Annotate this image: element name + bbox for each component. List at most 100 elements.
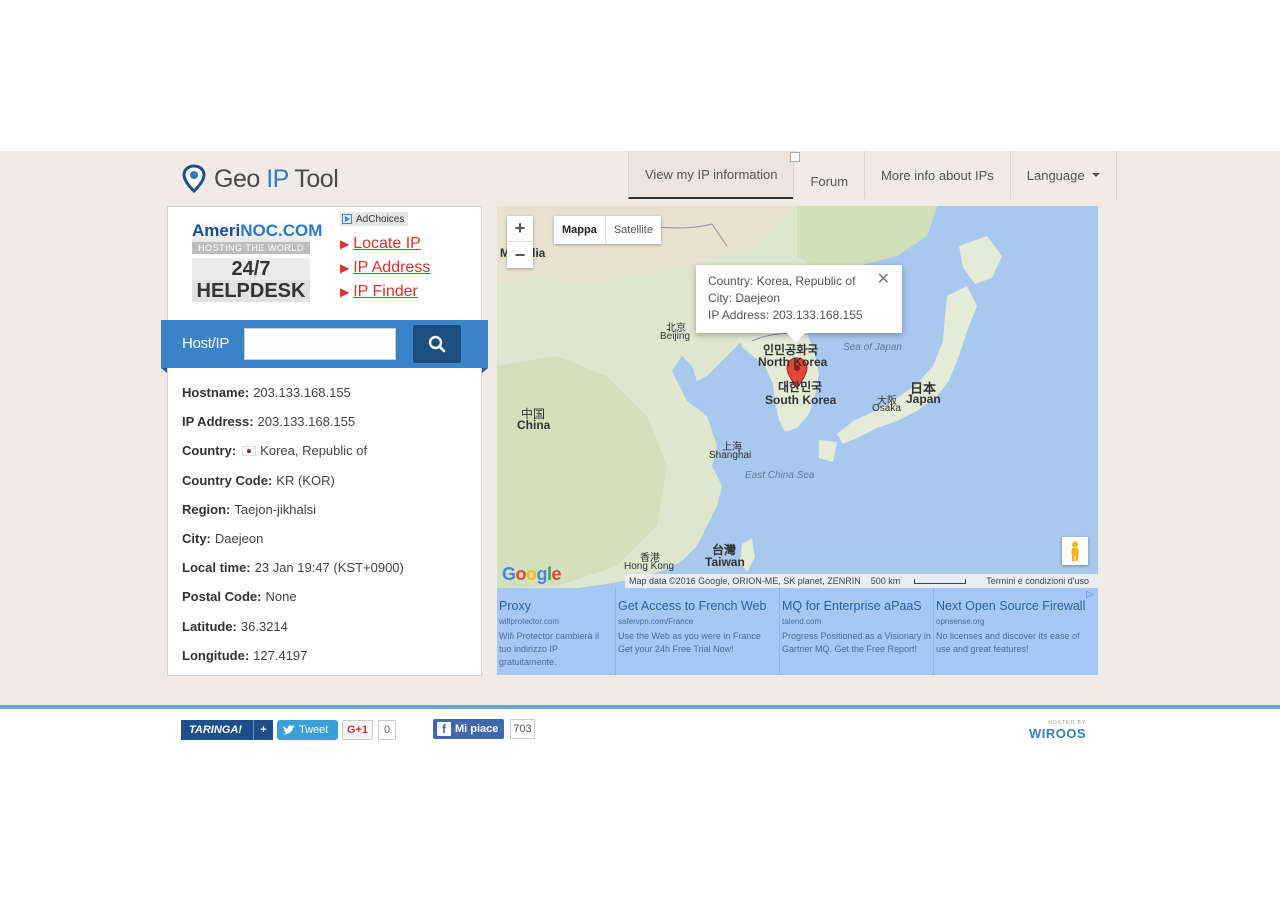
ad-link-label: IP Finder <box>353 283 418 300</box>
info-longitude: Longitude: 127.4197 <box>182 641 404 670</box>
map-type-satellite-button[interactable]: Satellite <box>606 216 661 244</box>
twitter-bird-icon <box>283 725 295 735</box>
adchoices-triangle-icon[interactable]: ▷ <box>1086 589 1094 600</box>
map-type-map-button[interactable]: Mappa <box>554 216 606 244</box>
text-ad-url: wifiprotector.com <box>499 617 560 626</box>
info-value: Taejon-jikhalsi <box>234 501 317 517</box>
search-button[interactable] <box>413 325 461 363</box>
ad-brand-a: Ameri <box>192 221 241 240</box>
info-city: City: Daejeon <box>182 524 404 553</box>
info-local-time: Local time: 23 Jan 19:47 (KST+0900) <box>182 553 404 582</box>
nav-forum[interactable]: Forum <box>793 151 864 199</box>
info-value: 36.3214 <box>240 618 288 634</box>
text-ad-title: Proxy <box>499 599 531 613</box>
popup-city: City: Daejeon <box>708 291 781 305</box>
broken-image-icon <box>790 152 800 162</box>
zoom-control: + − <box>507 216 533 268</box>
street-view-pegman-icon[interactable] <box>1062 537 1088 565</box>
map-scale-label: 500 km <box>870 576 901 586</box>
korea-flag-icon <box>242 445 257 456</box>
ad-links: ▶ Locate IP ▶ IP Address ▶ IP Finder <box>340 232 430 304</box>
zoom-out-button[interactable]: − <box>507 242 533 268</box>
map-pin-icon <box>182 164 206 194</box>
map-scale: 500 km <box>871 576 977 586</box>
map-label-sea-of-japan: Sea of Japan <box>843 342 902 353</box>
close-icon[interactable]: ✕ <box>877 271 890 288</box>
map-info-popup: Country: Korea, Republic of City: Daejeo… <box>696 265 902 333</box>
adchoices-badge[interactable]: AdChoices <box>340 212 409 226</box>
text-ad-url: safervpn.com/France <box>618 617 694 626</box>
taringa-label: TARINGA! <box>189 724 242 736</box>
map-label-east-china-sea: East China Sea <box>745 470 815 481</box>
google-logo: Google <box>502 564 562 584</box>
zoom-in-button[interactable]: + <box>507 216 533 242</box>
info-key: IP Address: <box>182 414 254 430</box>
nav-view-my-ip[interactable]: View my IP information <box>628 151 794 199</box>
text-ad-url: talend.com <box>782 617 822 626</box>
info-value: None <box>265 589 297 605</box>
logo-text: Geo IP Tool <box>214 164 339 194</box>
nav-label: Language <box>1026 167 1085 183</box>
ad-tagline: HOSTING THE WORLD <box>192 242 310 254</box>
map-type-control: Mappa Satellite <box>554 216 661 244</box>
google-plus-button[interactable]: G+1 <box>342 720 373 740</box>
info-key: Region: <box>182 501 231 517</box>
facebook-like-count: 703 <box>510 719 535 739</box>
popup-country: Country: Korea, Republic of <box>708 274 856 288</box>
gplus-label: G+1 <box>346 724 369 736</box>
nav-more-info[interactable]: More info about IPs <box>864 151 1010 199</box>
popup-ip: IP Address: 203.133.168.155 <box>708 308 863 322</box>
ad-link-ip-address[interactable]: ▶ IP Address <box>340 256 430 280</box>
wiroos-logo: WIROOS <box>1029 726 1087 741</box>
info-value: KR (KOR) <box>276 472 335 488</box>
scale-bar <box>914 579 967 584</box>
ad-link-locate-ip[interactable]: ▶ Locate IP <box>340 232 430 256</box>
info-key: Latitude: <box>182 618 237 634</box>
map-data-credit[interactable]: Map data ©2016 Google, ORION-ME, SK plan… <box>629 576 861 586</box>
play-arrow-icon: ▶ <box>340 237 350 251</box>
info-value: 23 Jan 19:47 (KST+0900) <box>254 560 404 576</box>
text-ad[interactable]: Get Access to French Web safervpn.com/Fr… <box>616 588 780 675</box>
text-ad-title: Next Open Source Firewall <box>936 599 1086 613</box>
info-value: 203.133.168.155 <box>253 385 351 401</box>
text-ad[interactable]: Proxy wifiprotector.com Wifi Protector c… <box>497 588 616 675</box>
adchoices-icon <box>342 214 352 224</box>
text-ad-desc: Use the Web as you were in France Get yo… <box>618 631 761 654</box>
ad-link-label: Locate IP <box>353 235 421 252</box>
map-attribution: Map data ©2016 Google, ORION-ME, SK plan… <box>625 574 1098 588</box>
info-postal-code: Postal Code: None <box>182 582 404 611</box>
taringa-share-button[interactable]: TARINGA! + <box>181 720 273 740</box>
info-country: Country: Korea, Republic of <box>182 436 404 465</box>
facebook-icon: f <box>437 722 451 736</box>
map-label-north-korea: North Korea <box>758 355 828 369</box>
map-label-south-korea: South Korea <box>765 393 837 407</box>
tweet-button[interactable]: Tweet <box>277 720 338 740</box>
text-ad[interactable]: MQ for Enterprise aPaaS talend.com Progr… <box>780 588 934 675</box>
nav-language[interactable]: Language <box>1009 151 1117 199</box>
popup-tail <box>787 333 805 343</box>
ad-link-label: IP Address <box>353 259 431 276</box>
logo-ip: IP <box>266 164 289 193</box>
logo-suffix: Tool <box>294 164 339 193</box>
hosted-by-logo[interactable]: HOSTED BY WIROOS <box>1029 720 1086 741</box>
facebook-like-button[interactable]: f Mi piace <box>433 719 504 739</box>
main-nav: View my IP information Forum More info a… <box>628 151 1117 199</box>
text-ad-desc: Progress Positioned as a Visionary in Ga… <box>782 631 931 654</box>
amerinoc-ad-banner[interactable]: AmeriNOC.COM HOSTING THE WORLD 24/7 HELP… <box>192 220 322 310</box>
text-ads-row: Proxy wifiprotector.com Wifi Protector c… <box>497 588 1098 675</box>
map-label-beijing: Beijing <box>660 331 691 342</box>
top-blank-area <box>0 0 1280 151</box>
ad-help-line2: HELPDESK <box>192 280 310 302</box>
nav-label: Forum <box>810 173 849 189</box>
info-key: Local time: <box>182 560 251 576</box>
ad-link-ip-finder[interactable]: ▶ IP Finder <box>340 280 430 304</box>
map-label-hong-kong: Hong Kong <box>624 561 675 572</box>
facebook-like-label: Mi piace <box>455 723 499 735</box>
host-ip-input[interactable] <box>244 328 396 360</box>
text-ad-title: Get Access to French Web <box>618 599 767 613</box>
map-terms-link[interactable]: Termini e condizioni d'uso <box>986 576 1089 586</box>
host-ip-label: Host/IP <box>182 335 230 352</box>
text-ad[interactable]: Next Open Source Firewall opnsense.org N… <box>934 588 1098 675</box>
site-logo[interactable]: Geo IP Tool <box>182 162 339 196</box>
ip-info-list: Hostname: 203.133.168.155 IP Address: 203.… <box>182 378 404 670</box>
